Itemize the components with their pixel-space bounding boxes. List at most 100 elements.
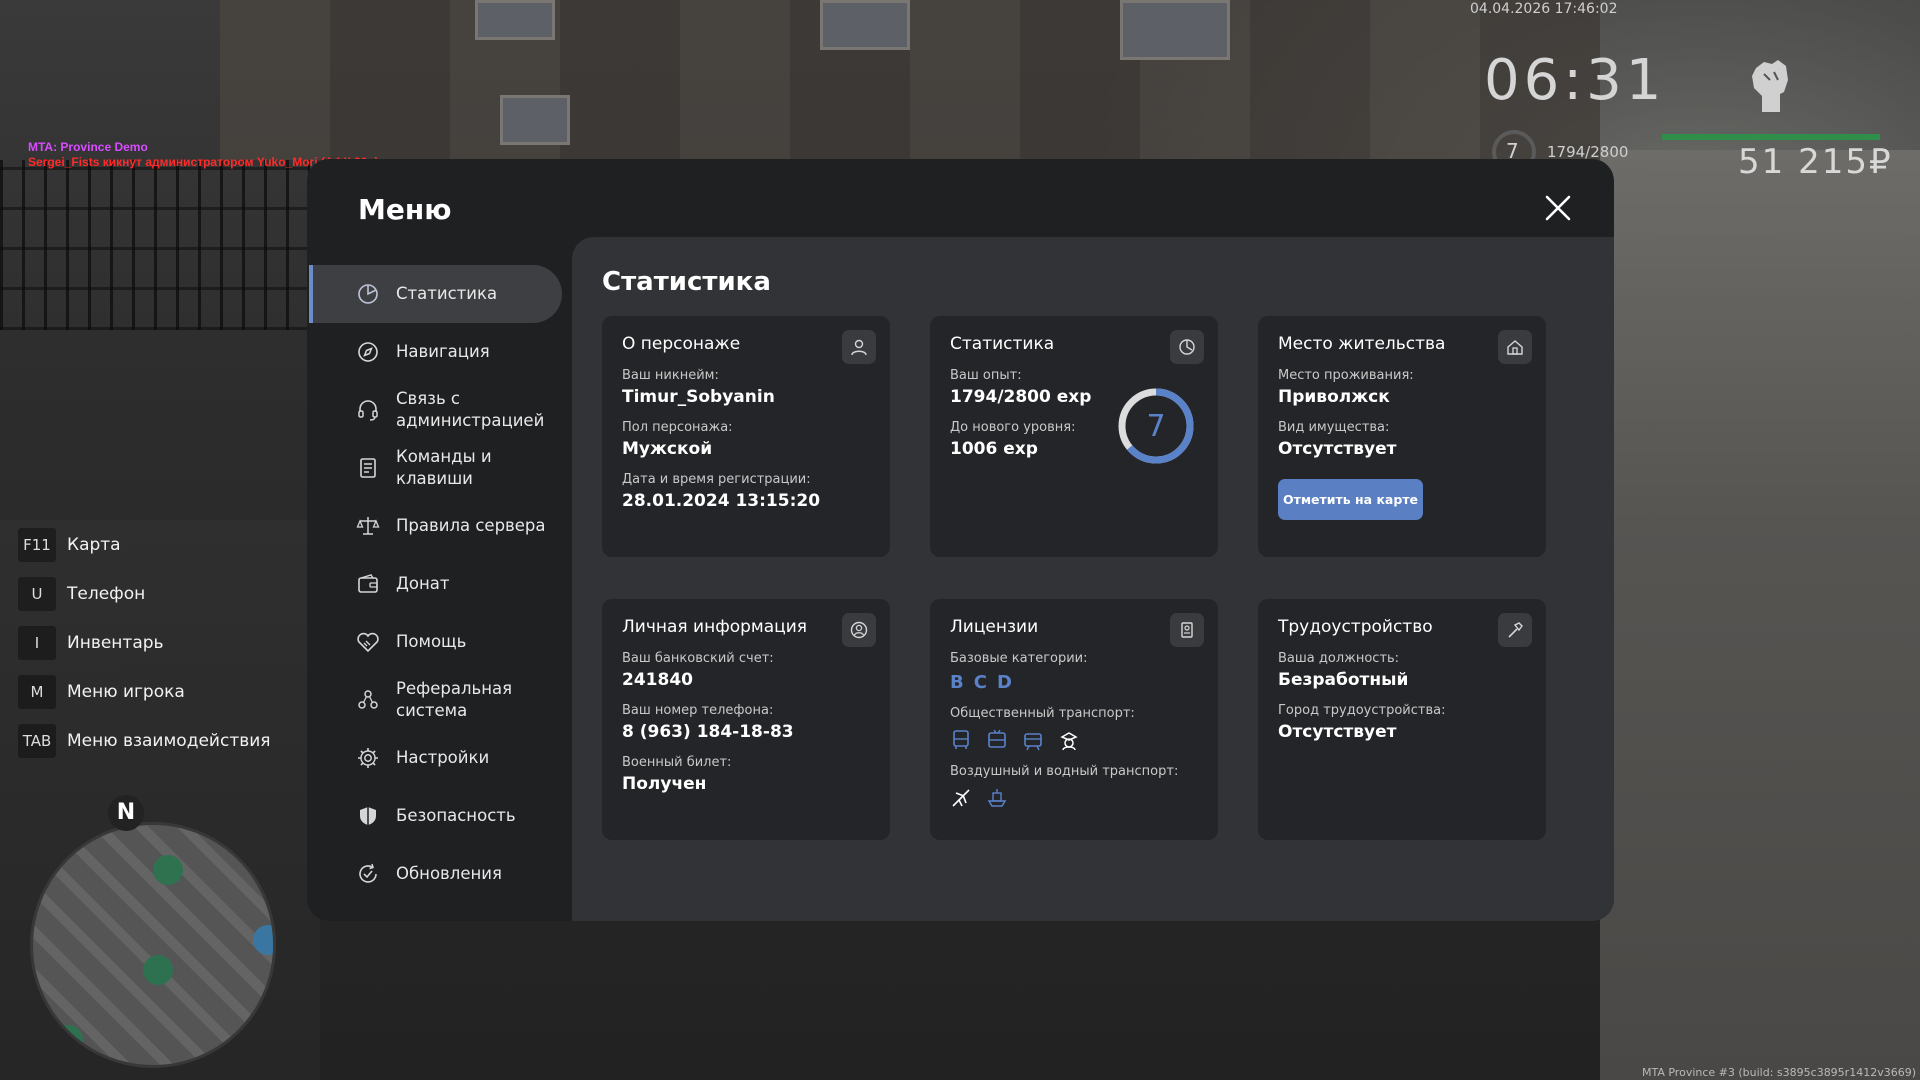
sidebar-item-label: Команды и клавиши	[396, 447, 492, 488]
hotkey-map[interactable]: F11 Карта	[18, 520, 271, 569]
bus-stop-blip-icon	[153, 855, 183, 885]
car-blip-icon	[53, 1025, 83, 1055]
field-label: Место проживания:	[1278, 368, 1414, 383]
card-title: О персонаже	[622, 334, 741, 354]
sidebar-item-rules[interactable]: Правила сервера	[309, 497, 562, 555]
hotkey-list: F11 Карта U Телефон I Инвентарь M Меню и…	[18, 520, 271, 765]
card-title: Место жительства	[1278, 334, 1446, 354]
sidebar-item-label: Статистика	[396, 284, 498, 303]
menu-title: Меню	[358, 193, 452, 226]
card-employment: Трудоустройство Ваша должность: Безработ…	[1258, 599, 1546, 840]
card-title: Личная информация	[622, 617, 808, 637]
hotkey-key: U	[18, 576, 56, 611]
card-title: Статистика	[950, 334, 1055, 354]
id-card-icon	[1170, 613, 1204, 647]
background-building	[220, 0, 1600, 160]
hud-datetime: 04.04.2026 17:46:02	[1470, 1, 1618, 17]
minimap[interactable]	[30, 822, 276, 1068]
server-name-text: MTA: Province Demo	[28, 140, 148, 154]
fist-weapon-icon	[1752, 60, 1788, 112]
handshake-heart-icon	[357, 632, 379, 653]
background-window	[500, 95, 570, 145]
minimap-north-icon: N	[108, 795, 144, 831]
nickname-value: Timur_Sobyanin	[622, 387, 775, 407]
document-list-icon	[360, 458, 376, 478]
sidebar-item-help[interactable]: Помощь	[309, 613, 562, 671]
background-ground-right	[1600, 150, 1920, 1080]
hotkey-label: Телефон	[67, 583, 146, 604]
wallet-icon	[358, 574, 378, 593]
menu-sidebar: Статистика Навигация Связь с администрац…	[309, 265, 562, 903]
airplane-icon	[952, 789, 970, 807]
boat-icon	[987, 789, 1007, 807]
license-category-d: D	[996, 672, 1012, 693]
public-transport-licenses	[950, 729, 1198, 751]
field-label: Город трудоустройства:	[1278, 703, 1446, 718]
field-label: Дата и время регистрации:	[622, 472, 811, 487]
field-label: Военный билет:	[622, 755, 732, 770]
sidebar-item-label: Навигация	[396, 342, 490, 361]
field-label: Ваш номер телефона:	[622, 703, 774, 718]
card-statistics: Статистика Ваш опыт: 1794/2800 exp До но…	[930, 316, 1218, 557]
hotkey-key: I	[18, 625, 56, 660]
sidebar-item-referral[interactable]: Реферальная система	[309, 671, 562, 729]
card-character: О персонаже Ваш никнейм: Timur_Sobyanin …	[602, 316, 890, 557]
sidebar-item-navigation[interactable]: Навигация	[309, 323, 562, 381]
background-window	[475, 0, 555, 40]
sidebar-item-commands[interactable]: Команды и клавиши	[309, 439, 562, 497]
card-title: Лицензии	[950, 617, 1039, 637]
hotkey-key: TAB	[18, 723, 56, 758]
air-water-licenses	[950, 787, 1198, 809]
card-licenses: Лицензии Базовые категории: B C D Общест…	[930, 599, 1218, 840]
field-label: Ваш опыт:	[950, 368, 1022, 383]
military-id-value: Получен	[622, 774, 707, 794]
sidebar-item-security[interactable]: Безопасность	[309, 787, 562, 845]
tram-icon	[1024, 733, 1042, 751]
field-label: Ваша должность:	[1278, 651, 1400, 666]
background-window	[1120, 0, 1230, 60]
sidebar-item-statistics[interactable]: Статистика	[309, 265, 562, 323]
job-city-value: Отсутствует	[1278, 722, 1397, 742]
hotkey-interaction-menu[interactable]: TAB Меню взаимодействия	[18, 716, 271, 765]
field-label: Базовые категории:	[950, 651, 1088, 666]
shop-blip-icon	[253, 925, 273, 955]
job-position-value: Безработный	[1278, 670, 1409, 690]
field-label: Ваш никнейм:	[622, 368, 719, 383]
mark-on-map-button[interactable]: Отметить на карте	[1278, 479, 1423, 520]
house-icon	[1498, 330, 1532, 364]
hud-money: 51 215₽	[1738, 142, 1893, 182]
sidebar-item-settings[interactable]: Настройки	[309, 729, 562, 787]
sidebar-item-label: Правила сервера	[396, 516, 546, 535]
level-progress-ring: 7	[1118, 388, 1194, 464]
trolleybus-icon	[988, 729, 1006, 748]
license-categories: B C D	[950, 672, 1198, 693]
residence-value: Приволжск	[1278, 387, 1390, 407]
taxi-driver-icon	[1060, 732, 1078, 751]
sidebar-item-label: Безопасность	[396, 806, 516, 825]
level-number: 7	[1146, 409, 1165, 444]
compass-icon	[358, 342, 378, 362]
sidebar-item-donate[interactable]: Донат	[309, 555, 562, 613]
hotkey-player-menu[interactable]: M Меню игрока	[18, 667, 271, 716]
field-label: Пол персонажа:	[622, 420, 733, 435]
card-title: Трудоустройство	[1278, 617, 1433, 637]
hotkey-key: M	[18, 674, 56, 709]
gender-value: Мужской	[622, 439, 713, 459]
sidebar-item-updates[interactable]: Обновления	[309, 845, 562, 903]
user-circle-icon	[842, 613, 876, 647]
hotkey-phone[interactable]: U Телефон	[18, 569, 271, 618]
headset-icon	[358, 400, 378, 421]
phone-number-value: 8 (963) 184-18-83	[622, 722, 794, 742]
field-label: Общественный транспорт:	[950, 706, 1135, 721]
hotkey-label: Меню взаимодействия	[67, 730, 271, 751]
bank-account-value: 241840	[622, 670, 693, 690]
sidebar-item-label: Донат	[396, 574, 450, 593]
close-icon[interactable]	[1541, 191, 1575, 225]
sidebar-item-label: Связь с администрацией	[396, 389, 545, 430]
sidebar-item-contact-admin[interactable]: Связь с администрацией	[309, 381, 562, 439]
hotkey-inventory[interactable]: I Инвентарь	[18, 618, 271, 667]
background-window	[820, 0, 910, 50]
card-residence: Место жительства Место проживания: Приво…	[1258, 316, 1546, 557]
background-fence	[0, 160, 310, 330]
sidebar-item-label: Помощь	[396, 632, 467, 651]
